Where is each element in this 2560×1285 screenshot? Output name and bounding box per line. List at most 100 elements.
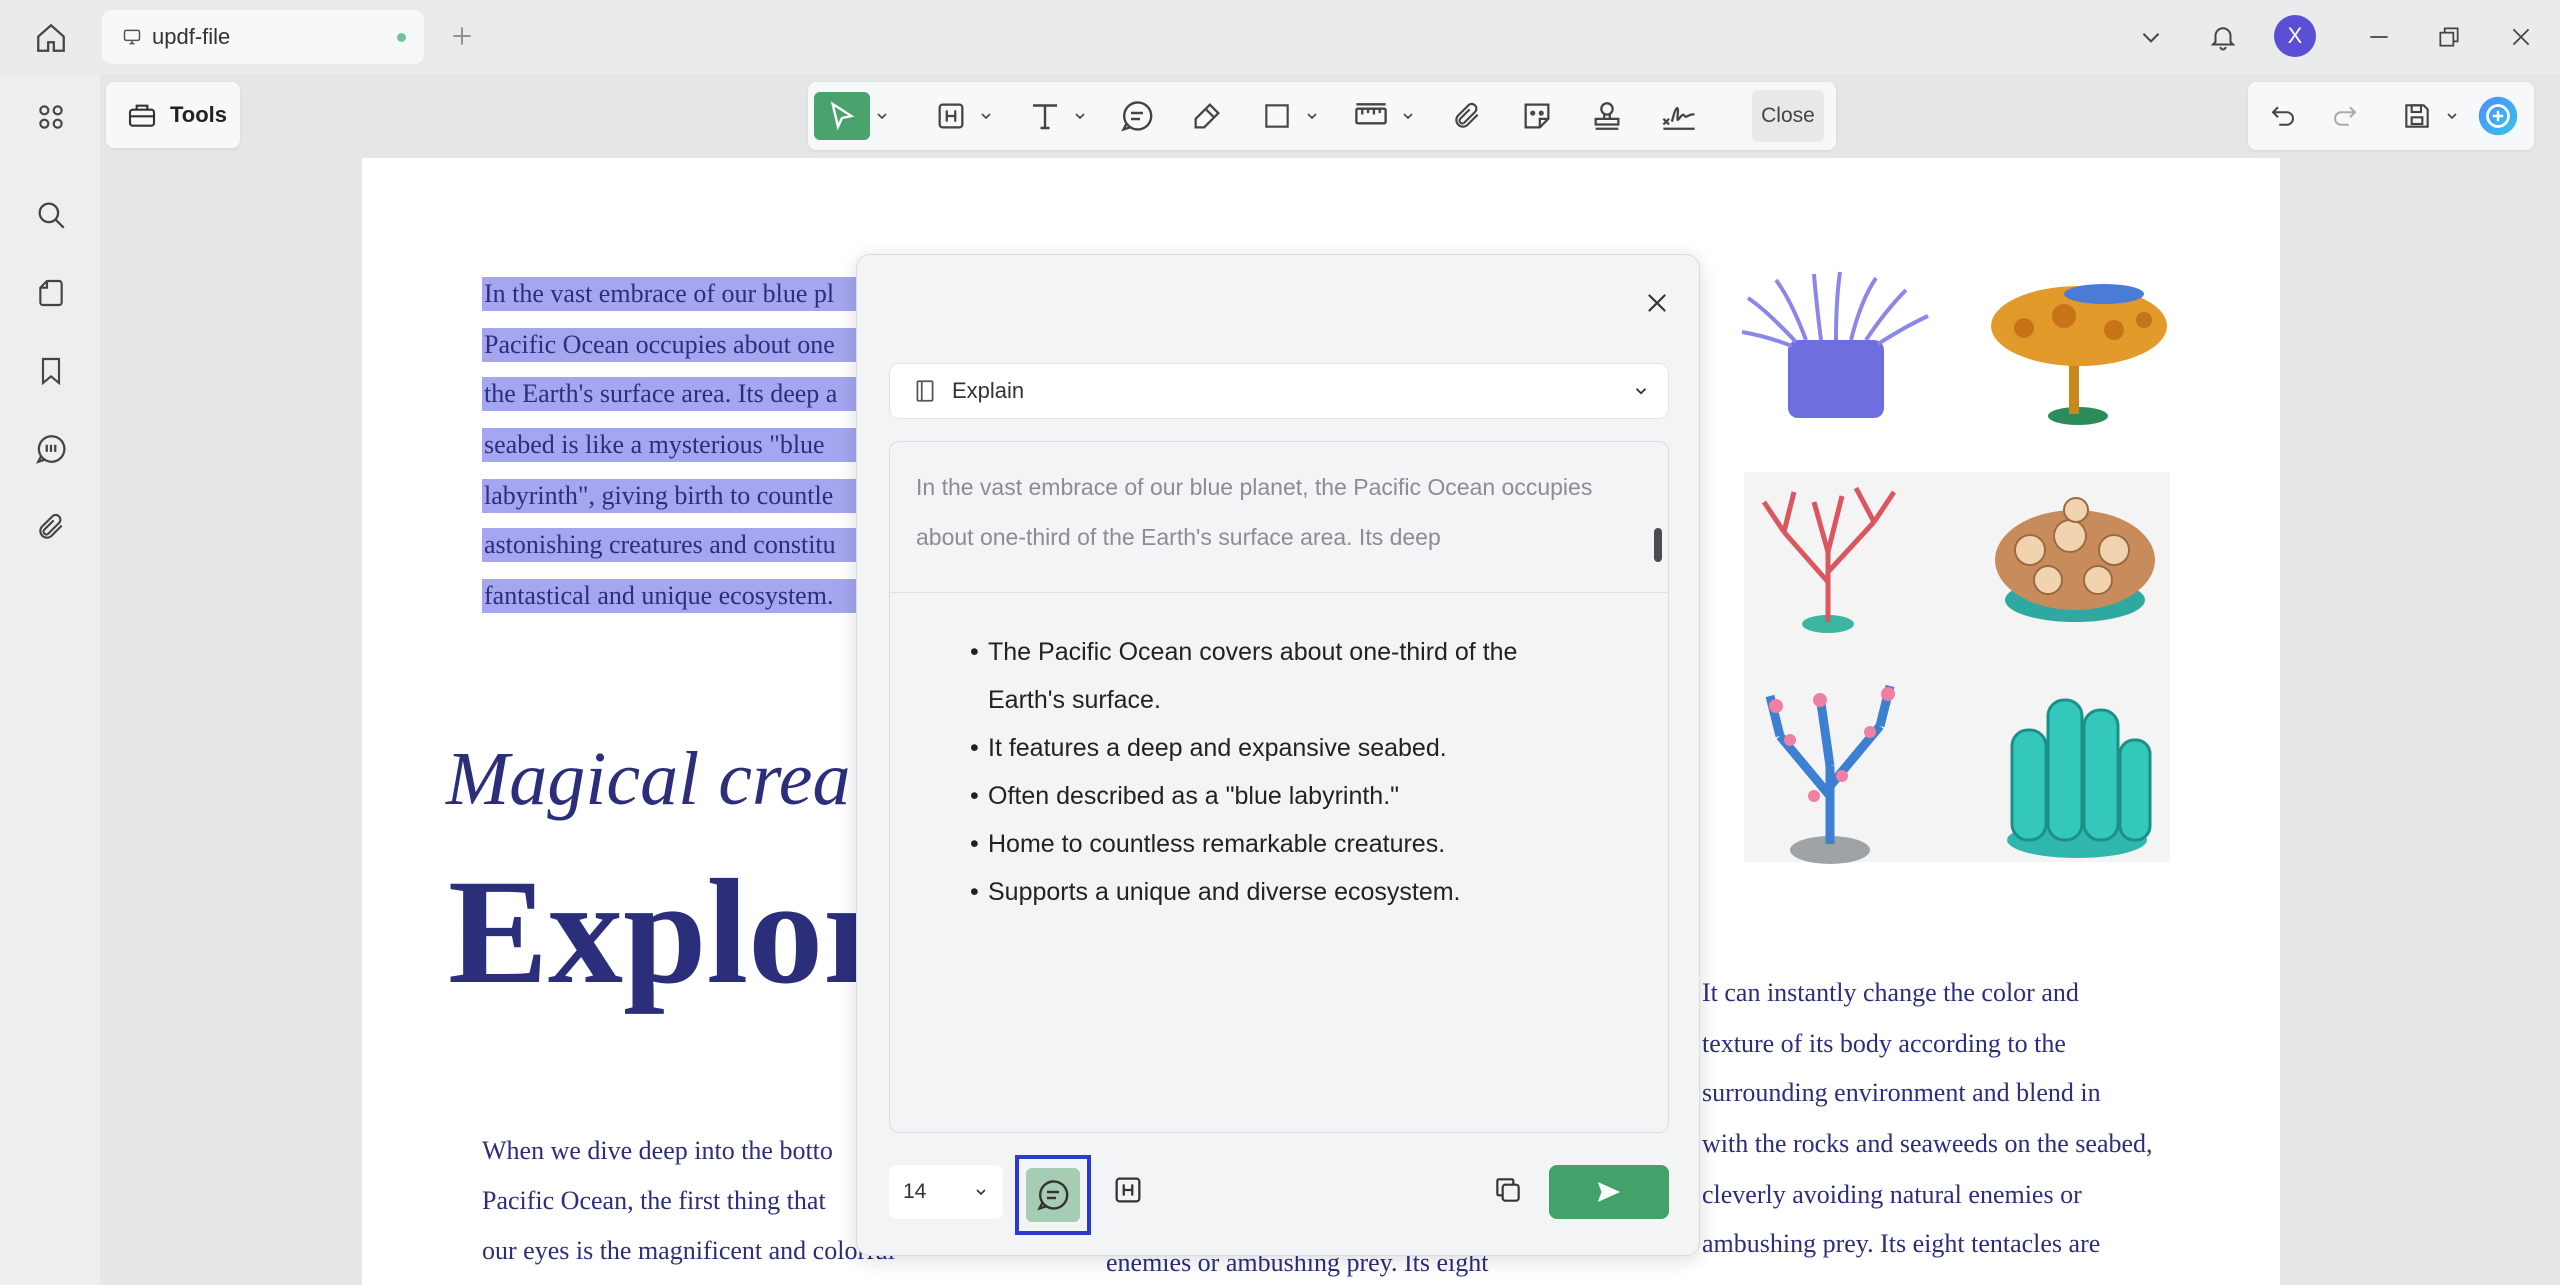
body-text-line: surrounding environment and blend in (1702, 1078, 2101, 1107)
send-icon (1597, 1182, 1621, 1202)
comment-tool[interactable] (1114, 92, 1160, 140)
sticker-tool[interactable] (1514, 92, 1560, 140)
measure-tool-dropdown[interactable] (1398, 92, 1418, 140)
copy-button[interactable] (1485, 1167, 1531, 1213)
body-text-line: Pacific Ocean, the first thing that (482, 1186, 826, 1215)
toolbox-icon (128, 104, 156, 127)
page-icon (39, 279, 63, 307)
restore-button[interactable] (2428, 16, 2470, 58)
body-text-line: our eyes is the magnificent and colorful (482, 1236, 895, 1265)
chevron-down-icon (976, 1189, 986, 1196)
chevron-down-icon (2447, 113, 2457, 120)
ai-assistant-button[interactable] (2474, 92, 2522, 140)
shape-tool-dropdown[interactable] (1302, 92, 1322, 140)
highlighted-line[interactable]: seabed is like a mysterious "blue (482, 428, 862, 462)
comment-button-inner (1026, 1168, 1080, 1222)
highlight-tool-dropdown[interactable] (976, 92, 996, 140)
text-icon (1033, 104, 1057, 130)
pencil-tool[interactable] (1184, 92, 1230, 140)
right-toolbar (2248, 82, 2534, 150)
prompt-mode-label: Explain (952, 378, 1025, 403)
shape-tool[interactable] (1254, 92, 1300, 140)
highlighted-line[interactable]: astonishing creatures and constitu (482, 528, 862, 562)
book-icon (916, 380, 934, 402)
text-tool[interactable] (1022, 92, 1068, 140)
list-item: • Often described as a "blue labyrinth." (970, 782, 1400, 810)
user-avatar[interactable]: X (2274, 15, 2316, 57)
sidebar-pages-button[interactable] (28, 270, 74, 316)
monitor-icon (123, 29, 141, 45)
paperclip-icon (1455, 102, 1479, 128)
list-item: • The Pacific Ocean covers about one-thir… (970, 638, 1518, 714)
select-tool[interactable] (814, 92, 870, 140)
highlighted-line[interactable]: Pacific Ocean occupies about one (482, 328, 862, 362)
undo-icon (2271, 106, 2294, 126)
orange-coral-image (1991, 284, 2167, 425)
new-tab-button[interactable] (444, 18, 480, 54)
text-tool-dropdown[interactable] (1070, 92, 1090, 140)
font-size-select[interactable]: 14 (889, 1165, 1003, 1219)
save-dropdown[interactable] (2442, 92, 2462, 140)
body-text-line: with the rocks and seaweeds on the seabe… (1702, 1129, 2153, 1158)
title-bar: updf-file X (0, 0, 2560, 74)
highlight-tool[interactable] (928, 92, 974, 140)
rectangle-icon (1265, 104, 1289, 128)
list-item: • Home to countless remarkable creatures. (970, 830, 1446, 858)
quote-scrollbar[interactable] (1654, 528, 1662, 562)
body-text-line: It can instantly change the color and (1702, 978, 2079, 1007)
send-button[interactable] (1549, 1165, 1669, 1219)
stamp-tool[interactable] (1584, 92, 1630, 140)
undo-button[interactable] (2260, 92, 2306, 140)
redo-button[interactable] (2322, 92, 2368, 140)
highlighted-line[interactable]: In the vast embrace of our blue pl (482, 277, 862, 311)
teal-tube-coral-image (2007, 698, 2152, 858)
ai-explain-dialog: Explain In the vast embrace of our blue … (856, 254, 1700, 1256)
sidebar-bookmarks-button[interactable] (28, 348, 74, 394)
search-icon (38, 202, 65, 229)
cursor-icon (830, 101, 855, 131)
tools-button[interactable]: Tools (106, 82, 240, 148)
cup-coral-image (1995, 497, 2155, 622)
pencil-icon (1194, 103, 1220, 129)
sticker-icon (1524, 103, 1550, 129)
highlighted-line[interactable]: labyrinth", giving birth to countle (482, 479, 862, 513)
select-tool-dropdown[interactable] (872, 92, 892, 140)
quote-divider (890, 592, 1668, 593)
explanation-list: • The Pacific Ocean covers about one-thir… (970, 628, 1590, 916)
close-toolbar-button[interactable]: Close (1752, 90, 1824, 142)
chevron-down-icon (1403, 113, 1413, 120)
chevron-down-icon (877, 113, 887, 120)
ai-assistant-icon (2478, 96, 2518, 136)
highlighted-line[interactable]: the Earth's surface area. Its deep a (482, 377, 862, 411)
sidebar-search-button[interactable] (28, 192, 74, 238)
minimize-button[interactable] (2358, 16, 2400, 58)
insert-as-highlight-button[interactable] (1105, 1167, 1151, 1213)
insert-as-comment-button[interactable] (1015, 1155, 1091, 1235)
home-button[interactable] (28, 18, 74, 58)
body-text-line: When we dive deep into the botto (482, 1136, 833, 1165)
dialog-close-button[interactable] (1637, 283, 1677, 323)
tabs-dropdown-button[interactable] (2130, 16, 2172, 58)
measure-tool[interactable] (1346, 92, 1396, 140)
sidebar-attachments-button[interactable] (28, 504, 74, 550)
body-text-line: cleverly avoiding natural enemies or (1702, 1180, 2082, 1209)
document-tab[interactable]: updf-file (102, 10, 424, 64)
font-size-value: 14 (903, 1180, 927, 1203)
close-icon (2512, 28, 2530, 46)
highlighter-box-icon (1115, 1177, 1141, 1203)
prompt-mode-select[interactable]: Explain (889, 363, 1669, 419)
signature-icon (1662, 107, 1695, 130)
comment-icon (1037, 1180, 1069, 1211)
redo-icon (2334, 106, 2357, 126)
sidebar-comments-button[interactable] (28, 426, 74, 472)
notifications-button[interactable] (2202, 16, 2244, 58)
window-close-button[interactable] (2500, 16, 2542, 58)
attachment-tool[interactable] (1444, 92, 1490, 140)
chevron-down-icon (1635, 388, 1647, 395)
sidebar-apps-button[interactable] (28, 94, 74, 140)
save-button[interactable] (2394, 92, 2440, 140)
stamp-icon (1594, 102, 1620, 130)
highlighted-line[interactable]: fantastical and unique ecosystem. (482, 579, 858, 613)
signature-tool[interactable] (1654, 92, 1704, 140)
list-item: • It features a deep and expansive seabed… (970, 734, 1447, 762)
